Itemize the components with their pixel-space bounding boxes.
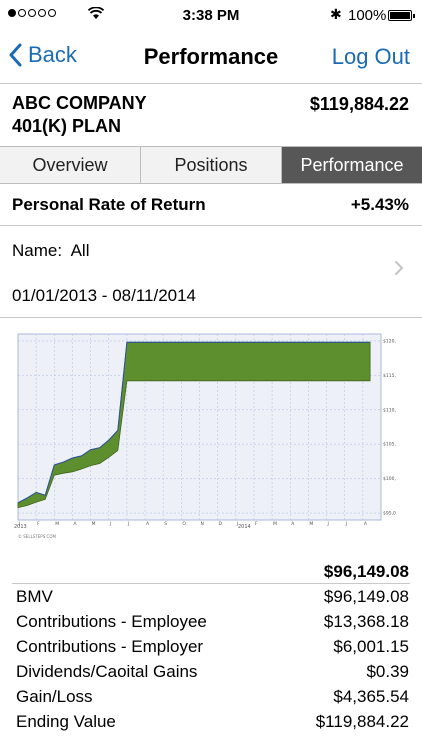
- summary-row-label: Contributions - Employer: [16, 637, 204, 656]
- y-tick-label: $120,000: [383, 338, 396, 344]
- filter-name: Name: All: [12, 241, 90, 261]
- filter-name-label: Name:: [12, 241, 63, 260]
- x-tick-label: O: [182, 521, 186, 527]
- summary-row-value: $13,368.18: [323, 612, 409, 631]
- back-label: Back: [28, 42, 77, 67]
- chevron-left-icon: [9, 43, 22, 67]
- logout-button[interactable]: Log Out: [332, 44, 410, 70]
- summary-row-dividends: Dividends/Caoital Gains $0.39: [16, 662, 409, 687]
- performance-chart: $120,000 $115,000 $110,000 $105,000 $100,000…: [12, 330, 396, 548]
- chart-copyright: © SELLSTEPS.COM: [18, 534, 56, 539]
- summary-row-ending-value: Ending Value $119,884.22: [16, 712, 409, 737]
- y-tick-label: $115,000: [383, 373, 396, 379]
- x-tick-label: A: [364, 521, 368, 527]
- y-tick-label: $105,000: [383, 442, 396, 448]
- y-tick-label: $110,000: [383, 407, 396, 413]
- tab-overview[interactable]: Overview: [0, 147, 141, 183]
- chevron-right-icon: [395, 261, 403, 275]
- summary-row-label: Contributions - Employee: [16, 612, 207, 631]
- x-tick-label: J: [127, 521, 129, 527]
- x-tick-label: A: [73, 521, 77, 527]
- summary-row-label: BMV: [16, 587, 53, 606]
- plan-name: ABC COMPANY 401(K) PLAN: [12, 92, 232, 138]
- plan-name-line1: ABC COMPANY: [12, 93, 147, 113]
- summary-total: $96,149.08: [323, 562, 409, 581]
- x-tick-label: M: [92, 521, 96, 527]
- filter-row[interactable]: Name: All 01/01/2013 - 08/11/2014: [0, 226, 422, 318]
- summary-row-bmv: BMV $96,149.08: [16, 587, 409, 612]
- plan-balance: $119,884.22: [309, 94, 409, 114]
- tab-performance[interactable]: Performance: [282, 147, 422, 183]
- segmented-tabs: Overview Positions Performance: [0, 146, 422, 184]
- summary-row-contributions-employee: Contributions - Employee $13,368.18: [16, 612, 409, 637]
- x-tick-label: M: [309, 521, 313, 527]
- summary-row-value: $96,149.08: [323, 587, 409, 606]
- x-year-label-2013: 2013: [14, 524, 27, 530]
- filter-date-range: 01/01/2013 - 08/11/2014: [12, 286, 197, 305]
- x-tick-label: D: [219, 521, 223, 527]
- x-tick-label: F: [37, 521, 40, 527]
- x-tick-label: S: [164, 521, 167, 527]
- rate-of-return-row: Personal Rate of Return +5.43%: [0, 184, 422, 226]
- x-tick-label: A: [291, 521, 295, 527]
- tab-positions[interactable]: Positions: [141, 147, 282, 183]
- plan-header: ABC COMPANY 401(K) PLAN $119,884.22: [0, 84, 422, 146]
- summary-row-value: $4,365.54: [333, 687, 409, 706]
- x-tick-label: J: [109, 521, 111, 527]
- performance-chart-svg: $120,000 $115,000 $110,000 $105,000 $100,000…: [14, 333, 396, 539]
- battery-percent: 100%: [348, 7, 387, 24]
- summary-row-label: Dividends/Caoital Gains: [16, 662, 198, 681]
- x-tick-label: N: [201, 521, 204, 527]
- summary-row-value: $6,001.15: [333, 637, 409, 656]
- x-tick-label: M: [273, 521, 277, 527]
- summary-row-value: $0.39: [366, 662, 409, 681]
- summary-divider: [12, 583, 410, 584]
- x-tick-label: F: [255, 521, 258, 527]
- battery-icon: [388, 10, 415, 21]
- rate-of-return-label: Personal Rate of Return: [12, 195, 206, 214]
- plan-name-line2: 401(K) PLAN: [12, 116, 122, 136]
- rate-of-return-value: +5.43%: [350, 195, 409, 214]
- status-bar: 3:38 PM ✱ 100%: [0, 0, 422, 32]
- summary-row-value: $119,884.22: [315, 712, 409, 731]
- bluetooth-icon: ✱: [330, 6, 342, 22]
- navigation-bar: Back Performance Log Out: [0, 32, 422, 84]
- back-button[interactable]: Back: [8, 42, 77, 68]
- x-tick-label: A: [146, 521, 150, 527]
- x-year-label-2014: 2014: [238, 524, 251, 530]
- summary-row-label: Gain/Loss: [16, 687, 93, 706]
- x-tick-label: J: [345, 521, 347, 527]
- summary-row-gain-loss: Gain/Loss $4,365.54: [16, 687, 409, 712]
- filter-name-value: All: [70, 241, 90, 260]
- y-tick-label: $100,000: [383, 476, 396, 482]
- y-tick-label: $95,000: [383, 511, 396, 517]
- summary-row-contributions-employer: Contributions - Employer $6,001.15: [16, 637, 409, 662]
- x-tick-label: J: [327, 521, 329, 527]
- x-tick-label: M: [55, 521, 59, 527]
- summary-row-label: Ending Value: [16, 712, 116, 731]
